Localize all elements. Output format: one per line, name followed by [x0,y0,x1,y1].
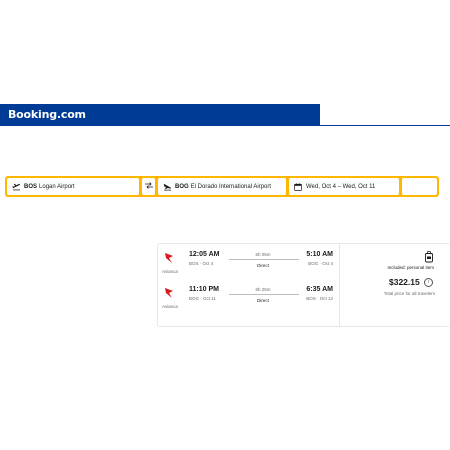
calendar-icon [293,182,303,192]
arrival-time: 6:35 AM [306,286,333,293]
included-items: Included: personal item [387,265,434,270]
origin-code: BOS [24,183,38,190]
stops-label: Direct [257,263,269,268]
swap-icon [144,182,153,191]
destination-field[interactable]: BOG El Dorado International Airport [158,178,286,195]
personal-item-bag-icon [425,250,433,263]
return-leg: Avianca 11:10 PM BOG · Oct 11 6h 25m Dir… [158,284,339,320]
flight-result-card[interactable]: Avianca 12:05 AM BOS · Oct 4 6h 05m Dire… [157,243,450,327]
info-icon[interactable]: i [424,278,433,287]
date-range: Wed, Oct 4 – Wed, Oct 11 [306,183,376,190]
departure-place: BOS · Oct 4 [189,261,214,266]
airline-name: Avianca [162,269,178,274]
route-line [229,259,299,260]
departure-time: 12:05 AM [189,251,220,258]
card-divider [339,244,340,326]
top-bar: Booking.com [0,104,320,126]
destination-name: El Dorado International Airport [190,183,272,190]
flight-search-bar: BOS Logan Airport BOG El Dorado Internat… [5,176,439,197]
arrival-place: BOG · Oct 4 [308,261,333,266]
date-field[interactable]: Wed, Oct 4 – Wed, Oct 11 [289,178,399,195]
stops-label: Direct [257,298,269,303]
total-price: $322.15 [389,277,420,287]
destination-code: BOG [175,183,189,190]
airline-logo-icon [164,251,174,263]
outbound-leg: Avianca 12:05 AM BOS · Oct 4 6h 05m Dire… [158,249,339,285]
brand-logo[interactable]: Booking.com [8,108,86,121]
plane-takeoff-icon [11,182,21,192]
origin-name: Logan Airport [39,183,75,190]
flight-duration: 6h 25m [255,287,271,292]
origin-field[interactable]: BOS Logan Airport [7,178,139,195]
flight-duration: 6h 05m [255,252,271,257]
swap-button[interactable] [142,178,155,195]
header-divider [320,125,450,126]
route-line [229,294,299,295]
arrival-time: 5:10 AM [306,251,333,258]
airline-logo-icon [164,286,174,298]
travelers-field[interactable] [402,178,437,195]
departure-time: 11:10 PM [189,286,219,293]
price-note: Total price for all travelers [383,291,435,296]
arrival-place: BOS · Oct 12 [306,296,333,301]
departure-place: BOG · Oct 11 [189,296,216,301]
airline-name: Avianca [162,304,178,309]
plane-landing-icon [162,182,172,192]
